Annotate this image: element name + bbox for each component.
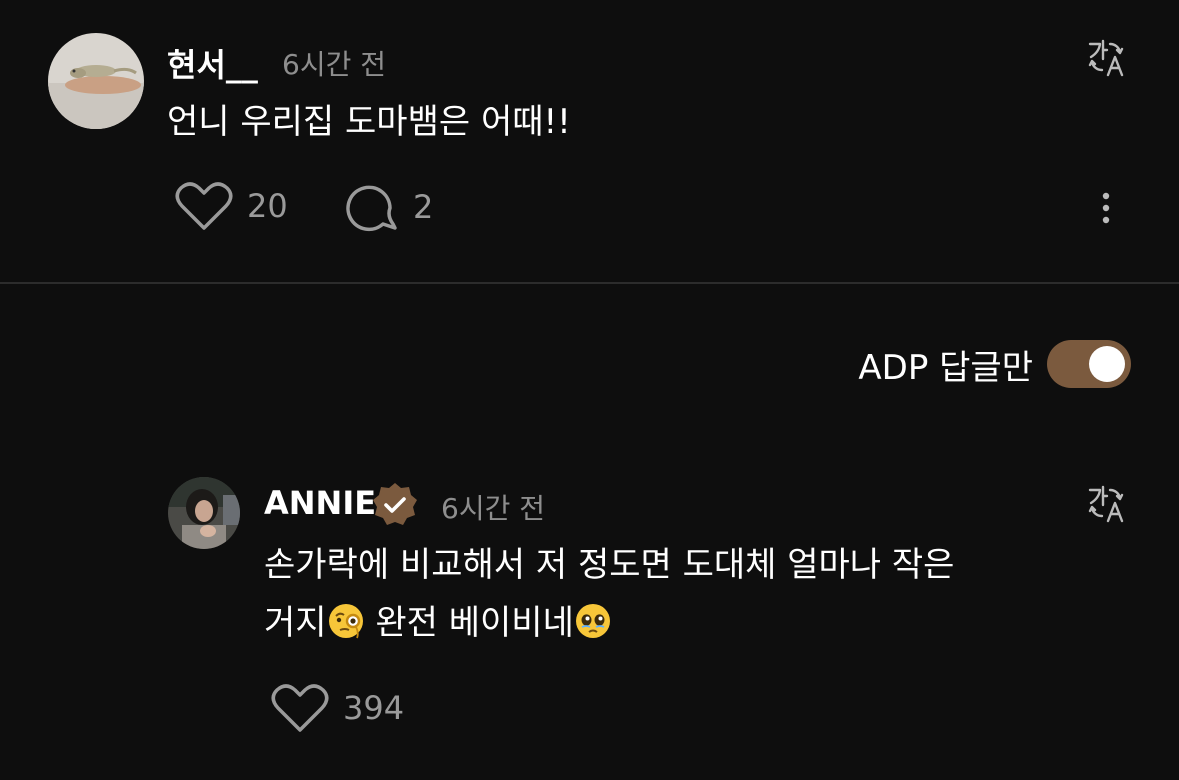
pleading-face-icon: [575, 604, 610, 638]
like-count: 20: [247, 187, 288, 225]
comment-card: 현서__ 6시간 전 언니 우리집 도마뱀은 어때!! 20 2: [0, 0, 1179, 282]
reply-button[interactable]: 2: [343, 180, 433, 234]
comment-username[interactable]: 현서__: [167, 40, 258, 86]
reply-count: 2: [413, 188, 434, 226]
reply-text-line2b: 완전 베이비네: [364, 603, 574, 643]
comment-text: 언니 우리집 도마뱀은 어때!!: [167, 102, 571, 142]
avatar[interactable]: [48, 33, 144, 129]
adp-replies-toggle[interactable]: [1047, 340, 1131, 388]
heart-icon: [271, 684, 329, 732]
like-button[interactable]: 20: [175, 180, 288, 232]
adp-replies-filter: ADP 답글만: [858, 336, 1131, 392]
reply-timestamp: 6시간 전: [441, 492, 545, 525]
comment-timestamp: 6시간 전: [282, 48, 386, 81]
translate-icon[interactable]: [1086, 484, 1126, 524]
reply-text-line2: 거지 완전 베이비네: [264, 594, 612, 652]
toggle-knob: [1089, 346, 1125, 382]
translate-icon[interactable]: [1086, 38, 1126, 78]
more-vertical-icon[interactable]: [1100, 192, 1112, 224]
divider: [0, 282, 1179, 284]
avatar[interactable]: [168, 477, 240, 549]
face-with-monocle-icon: [328, 604, 363, 639]
like-button[interactable]: 394: [271, 682, 404, 734]
filter-label: ADP 답글만: [858, 347, 1033, 388]
reply-text-line2a: 거지: [264, 603, 327, 643]
reply-username[interactable]: ANNIE: [264, 484, 376, 522]
like-count: 394: [343, 689, 405, 727]
verified-badge-icon: [371, 481, 419, 529]
comment-bubble-icon: [346, 185, 397, 232]
heart-icon: [175, 182, 233, 230]
reply-text-line1: 손가락에 비교해서 저 정도면 도대체 얼마나 작은: [264, 545, 955, 585]
